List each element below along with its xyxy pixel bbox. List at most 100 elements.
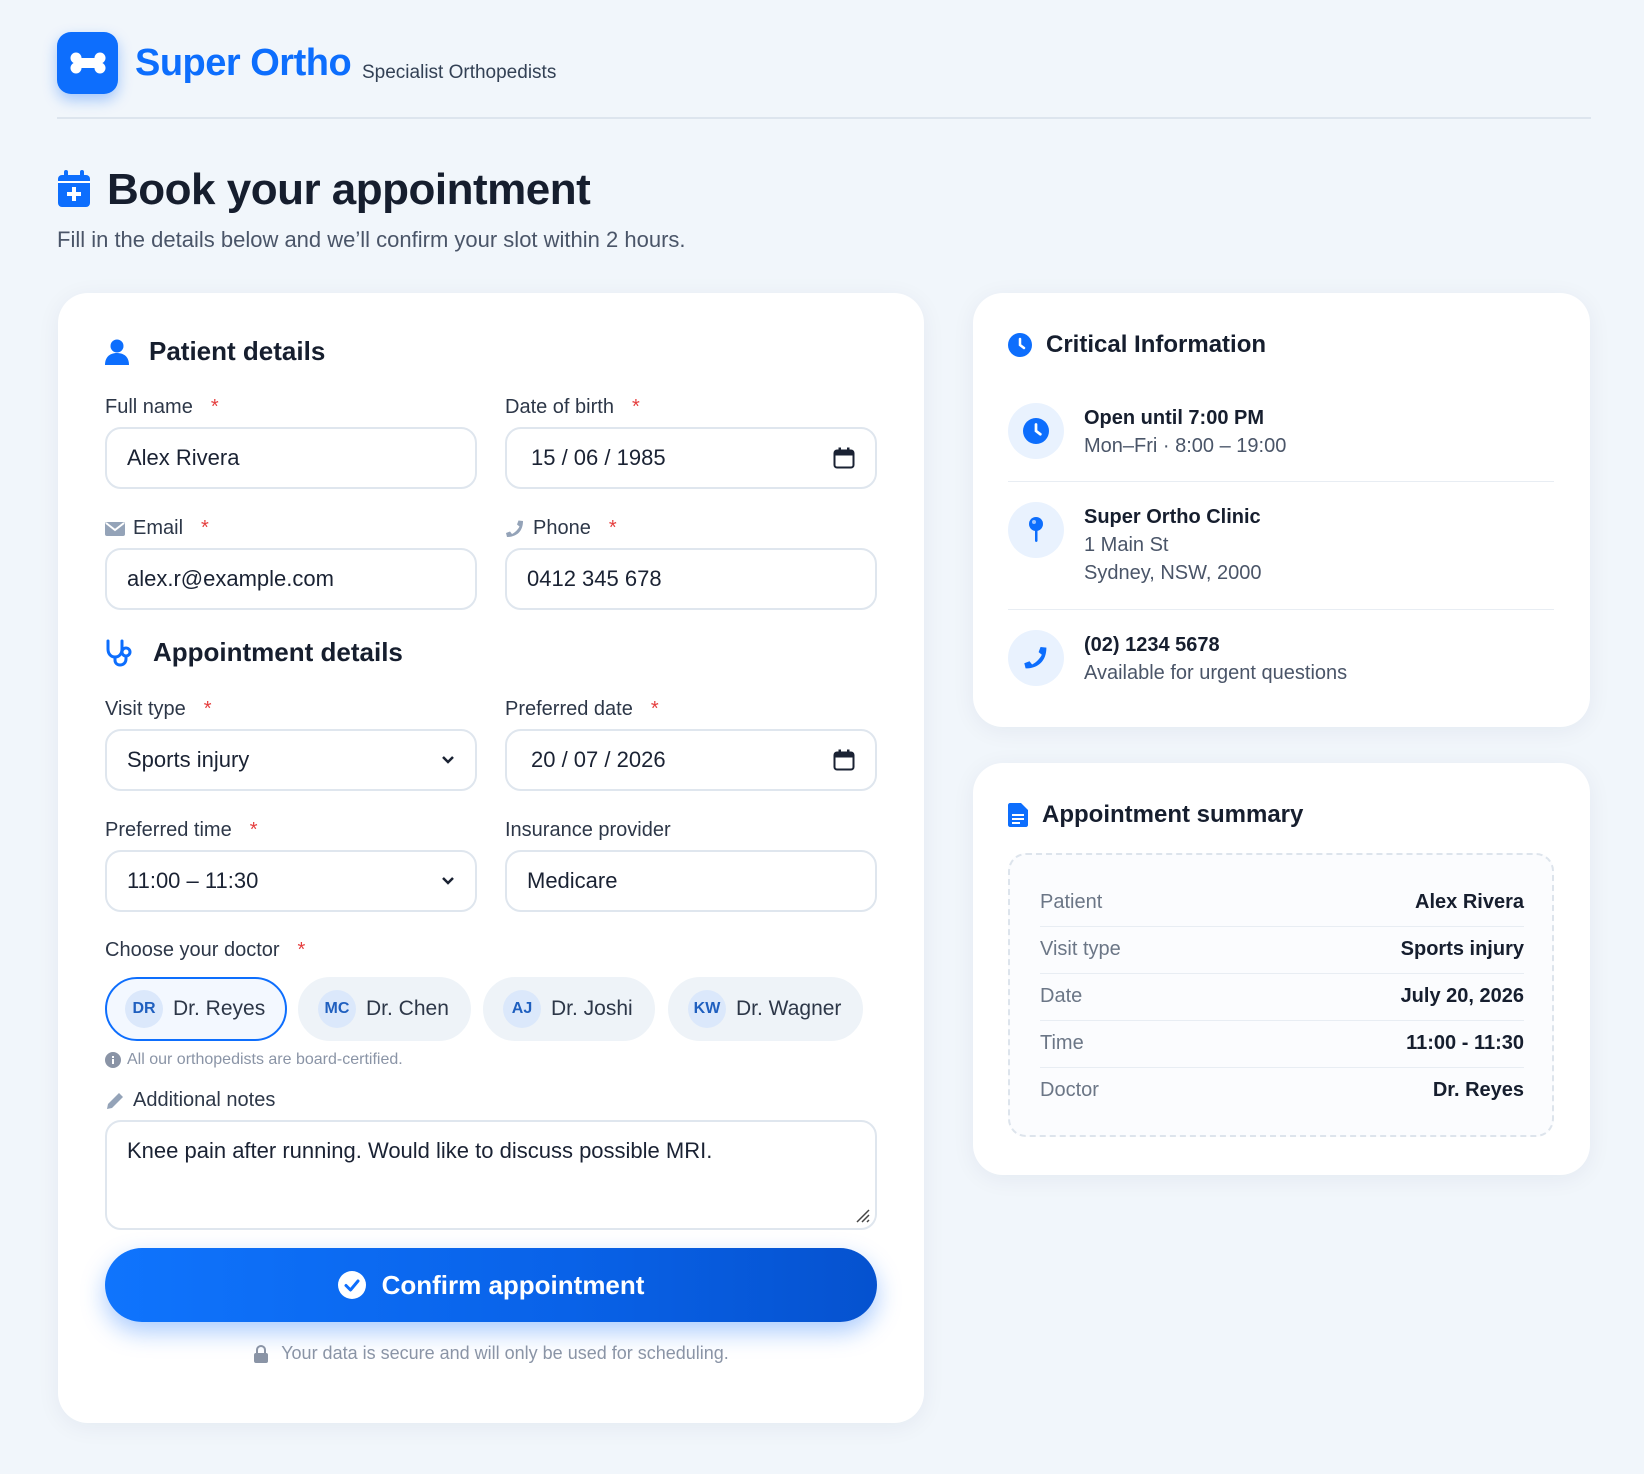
preferred-time-label-text: Preferred time (105, 819, 232, 841)
required-mark: * (249, 819, 258, 841)
hours-title: Open until 7:00 PM (1084, 407, 1265, 429)
phone-icon (506, 520, 523, 537)
location-icon-badge (1008, 502, 1064, 558)
required-mark: * (297, 939, 306, 961)
summary-row-date: Date July 20, 2026 (1040, 973, 1524, 1020)
visit-type-select[interactable]: Sports injury (105, 729, 477, 791)
summary-key: Time (1040, 1032, 1084, 1054)
clinic-phone[interactable]: (02) 1234 5678 (1084, 634, 1220, 657)
summary-row-patient: Patient Alex Rivera (1040, 879, 1524, 926)
required-mark: * (608, 517, 617, 539)
doctor-avatar: KW (688, 990, 726, 1028)
full-name-label: Full name * (105, 396, 219, 419)
hours-icon-badge (1008, 403, 1064, 459)
dob-field[interactable]: 15 / 06 / 1985 (505, 427, 877, 489)
preferred-date-label-text: Preferred date (505, 698, 633, 720)
summary-key: Visit type (1040, 938, 1121, 960)
secure-note-text: Your data is secure and will only be use… (281, 1343, 729, 1363)
chevron-down-icon (442, 877, 454, 885)
insurance-label: Insurance provider (505, 819, 671, 842)
check-circle-icon (337, 1271, 366, 1299)
summary-key: Patient (1040, 891, 1103, 913)
required-mark: * (201, 517, 209, 539)
summary-key: Doctor (1040, 1079, 1099, 1101)
summary-table: Patient Alex Rivera Visit type Sports in… (1008, 853, 1554, 1137)
required-mark: * (203, 698, 212, 720)
doctor-avatar: DR (125, 990, 163, 1028)
preferred-time-label: Preferred time * (105, 819, 258, 842)
insurance-field[interactable]: Medicare (505, 850, 877, 912)
insurance-value: Medicare (527, 868, 618, 893)
dob-value: 15 / 06 / 1985 (531, 445, 666, 470)
page-title: Book your appointment (107, 165, 591, 214)
summary-value: Alex Rivera (1415, 891, 1524, 913)
required-mark: * (631, 396, 640, 418)
phone-icon-badge (1008, 630, 1064, 686)
brand-tagline: Specialist Orthopedists (362, 62, 557, 83)
info-icon (105, 1052, 121, 1068)
phone-field[interactable]: 0412 345 678 (505, 548, 877, 610)
dob-label-text: Date of birth (505, 396, 614, 418)
logo[interactable] (57, 32, 118, 94)
bone-icon (70, 52, 105, 74)
divider (1008, 609, 1554, 610)
site-header: Super Ortho Specialist Orthopedists (57, 32, 1591, 119)
doctor-option-chen[interactable]: MC Dr. Chen (298, 977, 471, 1041)
appointment-summary-card: Appointment summary Patient Alex Rivera … (973, 763, 1590, 1175)
clinic-street: 1 Main St (1084, 534, 1169, 556)
doctor-name: Dr. Chen (366, 997, 449, 1020)
preferred-date-field[interactable]: 20 / 07 / 2026 (505, 729, 877, 791)
required-mark: * (210, 396, 219, 418)
insurance-label-text: Insurance provider (505, 819, 671, 841)
preferred-time-select[interactable]: 11:00 – 11:30 (105, 850, 477, 912)
doctor-hint-text: All our orthopedists are board-certified… (127, 1051, 403, 1068)
doctor-label: Choose your doctor * (105, 939, 305, 962)
email-field[interactable]: alex.r@example.com (105, 548, 477, 610)
summary-key: Date (1040, 985, 1083, 1007)
clock-icon (1008, 333, 1032, 357)
calendar-icon[interactable] (833, 447, 855, 469)
divider (1008, 481, 1554, 482)
email-label-text: Email (133, 517, 184, 539)
calendar-plus-icon (58, 170, 90, 207)
confirm-button-label: Confirm appointment (381, 1269, 645, 1300)
preferred-date-label: Preferred date * (505, 698, 659, 721)
notes-textarea[interactable]: Knee pain after running. Would like to d… (105, 1120, 877, 1230)
phone-row: (02) 1234 5678 Available for urgent ques… (1008, 630, 1554, 700)
full-name-field[interactable]: Alex Rivera (105, 427, 477, 489)
email-value: alex.r@example.com (127, 566, 334, 591)
doctor-option-joshi[interactable]: AJ Dr. Joshi (483, 977, 655, 1041)
visit-type-value: Sports injury (127, 747, 250, 772)
clinic-city: Sydney, NSW, 2000 (1084, 562, 1262, 584)
email-label: Email * (105, 517, 209, 540)
appointment-section-label: Appointment details (153, 637, 403, 667)
resize-handle-icon[interactable] (853, 1206, 871, 1224)
doctor-label-text: Choose your doctor (105, 939, 280, 961)
pencil-icon (107, 1092, 123, 1109)
critical-info-title-text: Critical Information (1046, 331, 1267, 358)
document-icon (1008, 803, 1028, 827)
summary-row-doctor: Doctor Dr. Reyes (1040, 1067, 1524, 1114)
clinic-row: Super Ortho Clinic 1 Main St Sydney, NSW… (1008, 502, 1554, 602)
calendar-icon[interactable] (833, 749, 855, 771)
summary-row-time: Time 11:00 - 11:30 (1040, 1020, 1524, 1067)
chevron-down-icon (442, 756, 454, 764)
preferred-date-value: 20 / 07 / 2026 (531, 747, 666, 772)
doctor-option-reyes[interactable]: DR Dr. Reyes (105, 977, 288, 1041)
phone-label: Phone * (505, 517, 617, 540)
required-mark: * (650, 698, 659, 720)
clock-icon (1023, 418, 1049, 444)
brand-name[interactable]: Super Ortho (135, 42, 352, 85)
lock-icon (254, 1344, 269, 1363)
confirm-appointment-button[interactable]: Confirm appointment (105, 1248, 877, 1322)
summary-title: Appointment summary (1008, 801, 1303, 829)
summary-value: July 20, 2026 (1400, 985, 1524, 1007)
visit-type-label: Visit type * (105, 698, 212, 721)
map-pin-icon (1029, 517, 1043, 542)
doctor-avatar: AJ (503, 990, 541, 1028)
notes-label-text: Additional notes (133, 1089, 276, 1111)
doctor-option-wagner[interactable]: KW Dr. Wagner (668, 977, 864, 1041)
summary-title-text: Appointment summary (1042, 801, 1304, 828)
summary-value: Sports injury (1400, 938, 1524, 960)
phone-icon (1024, 646, 1047, 669)
